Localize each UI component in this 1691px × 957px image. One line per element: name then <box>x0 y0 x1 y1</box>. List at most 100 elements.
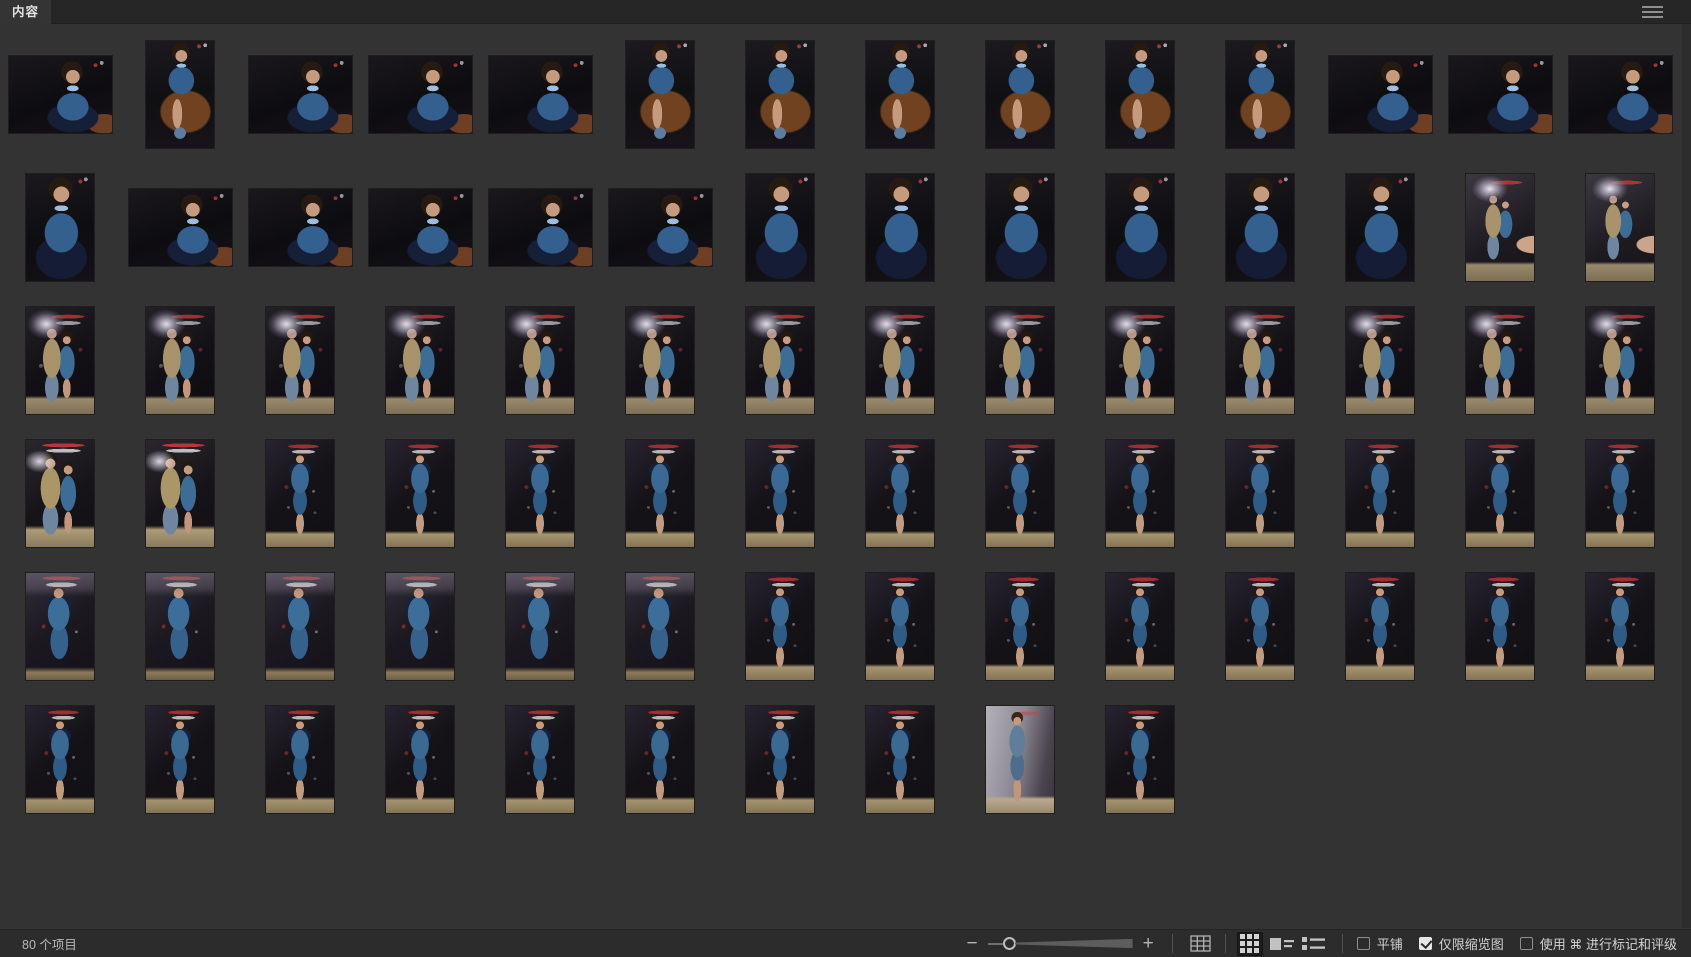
thumbnail[interactable] <box>1200 427 1320 560</box>
photo-thumbnail[interactable] <box>1106 706 1174 813</box>
thumbnail[interactable] <box>1320 161 1440 294</box>
thumbnail[interactable] <box>1080 427 1200 560</box>
photo-thumbnail[interactable] <box>386 440 454 547</box>
thumbnail[interactable] <box>1320 427 1440 560</box>
photo-thumbnail[interactable] <box>1226 440 1294 547</box>
photo-thumbnail[interactable] <box>1106 41 1174 148</box>
photo-thumbnail[interactable] <box>506 706 574 813</box>
thumbnail[interactable] <box>1560 560 1680 693</box>
photo-thumbnail[interactable] <box>26 174 94 281</box>
checkbox-box[interactable] <box>1357 937 1370 950</box>
photo-thumbnail[interactable] <box>746 174 814 281</box>
thumbnail[interactable] <box>480 693 600 826</box>
thumbnail[interactable] <box>1080 294 1200 427</box>
thumbnail[interactable] <box>480 161 600 294</box>
photo-thumbnail[interactable] <box>746 706 814 813</box>
slider-knob[interactable] <box>1003 937 1016 950</box>
thumbnail[interactable] <box>240 560 360 693</box>
photo-thumbnail[interactable] <box>26 706 94 813</box>
photo-thumbnail[interactable] <box>1346 440 1414 547</box>
photo-thumbnail[interactable] <box>866 573 934 680</box>
photo-thumbnail[interactable] <box>746 573 814 680</box>
thumbnail[interactable] <box>960 427 1080 560</box>
thumbnail[interactable] <box>600 693 720 826</box>
photo-thumbnail[interactable] <box>26 573 94 680</box>
photo-thumbnail[interactable] <box>1586 573 1654 680</box>
photo-thumbnail[interactable] <box>986 573 1054 680</box>
photo-thumbnail[interactable] <box>609 189 712 266</box>
thumbnail[interactable] <box>0 294 120 427</box>
thumbnail[interactable] <box>1320 560 1440 693</box>
thumbnail[interactable] <box>840 560 960 693</box>
photo-thumbnail[interactable] <box>866 41 934 148</box>
thumbnail[interactable] <box>600 560 720 693</box>
thumbnail[interactable] <box>360 560 480 693</box>
thumbnail[interactable] <box>1200 560 1320 693</box>
thumbnail[interactable] <box>120 427 240 560</box>
thumbnail[interactable] <box>1440 560 1560 693</box>
thumbnail[interactable] <box>1080 28 1200 161</box>
photo-thumbnail[interactable] <box>146 307 214 414</box>
photo-thumbnail[interactable] <box>1106 440 1174 547</box>
thumbnail[interactable] <box>120 560 240 693</box>
thumbnail[interactable] <box>1200 28 1320 161</box>
thumbnail[interactable] <box>480 427 600 560</box>
zoom-out-button[interactable]: − <box>961 934 984 953</box>
thumbnail[interactable] <box>0 560 120 693</box>
photo-thumbnail[interactable] <box>249 189 352 266</box>
thumbnail[interactable] <box>240 427 360 560</box>
photo-thumbnail[interactable] <box>1466 573 1534 680</box>
photo-thumbnail[interactable] <box>626 573 694 680</box>
thumbnail-size-slider[interactable] <box>988 937 1133 950</box>
thumbnail[interactable] <box>600 294 720 427</box>
photo-thumbnail[interactable] <box>129 189 232 266</box>
photo-thumbnail[interactable] <box>386 307 454 414</box>
photo-thumbnail[interactable] <box>746 440 814 547</box>
thumbnail[interactable] <box>0 161 120 294</box>
photo-thumbnail[interactable] <box>1586 307 1654 414</box>
photo-thumbnail[interactable] <box>369 189 472 266</box>
grid-lock-view-button[interactable] <box>1188 932 1214 956</box>
photo-thumbnail[interactable] <box>626 41 694 148</box>
checkbox-thumbnails-only[interactable]: 仅限缩览图 <box>1419 934 1504 953</box>
photo-thumbnail[interactable] <box>1226 307 1294 414</box>
thumbnail[interactable] <box>240 28 360 161</box>
photo-thumbnail[interactable] <box>9 56 112 133</box>
photo-thumbnail[interactable] <box>986 41 1054 148</box>
thumbnail[interactable] <box>720 427 840 560</box>
thumbnail[interactable] <box>840 161 960 294</box>
thumbnail[interactable] <box>480 294 600 427</box>
photo-thumbnail[interactable] <box>1586 440 1654 547</box>
photo-thumbnail[interactable] <box>506 440 574 547</box>
photo-thumbnail[interactable] <box>1569 56 1672 133</box>
photo-thumbnail[interactable] <box>986 440 1054 547</box>
thumbnail[interactable] <box>360 693 480 826</box>
photo-thumbnail[interactable] <box>26 440 94 547</box>
thumbnail[interactable] <box>1560 161 1680 294</box>
photo-thumbnail[interactable] <box>1226 174 1294 281</box>
photo-thumbnail[interactable] <box>506 307 574 414</box>
photo-thumbnail[interactable] <box>386 573 454 680</box>
photo-thumbnail[interactable] <box>1106 174 1174 281</box>
checkbox-cmd-rating[interactable]: 使用 ⌘ 进行标记和评级 <box>1520 934 1677 953</box>
photo-thumbnail[interactable] <box>266 440 334 547</box>
thumbnail[interactable] <box>1320 28 1440 161</box>
thumbnail[interactable] <box>240 161 360 294</box>
details-view-button[interactable] <box>1269 932 1295 956</box>
list-view-button[interactable] <box>1301 932 1327 956</box>
thumbnail[interactable] <box>120 28 240 161</box>
thumbnail[interactable] <box>1200 294 1320 427</box>
thumbnail[interactable] <box>1320 294 1440 427</box>
photo-thumbnail[interactable] <box>1466 440 1534 547</box>
thumbnail[interactable] <box>720 161 840 294</box>
photo-thumbnail[interactable] <box>1586 174 1654 281</box>
photo-thumbnail[interactable] <box>866 307 934 414</box>
photo-thumbnail[interactable] <box>146 440 214 547</box>
checkbox-tile[interactable]: 平铺 <box>1357 934 1403 953</box>
thumbnail[interactable] <box>840 427 960 560</box>
photo-thumbnail[interactable] <box>866 706 934 813</box>
photo-thumbnail[interactable] <box>1226 41 1294 148</box>
thumbnail[interactable] <box>120 693 240 826</box>
photo-thumbnail[interactable] <box>986 174 1054 281</box>
thumbnail[interactable] <box>720 294 840 427</box>
